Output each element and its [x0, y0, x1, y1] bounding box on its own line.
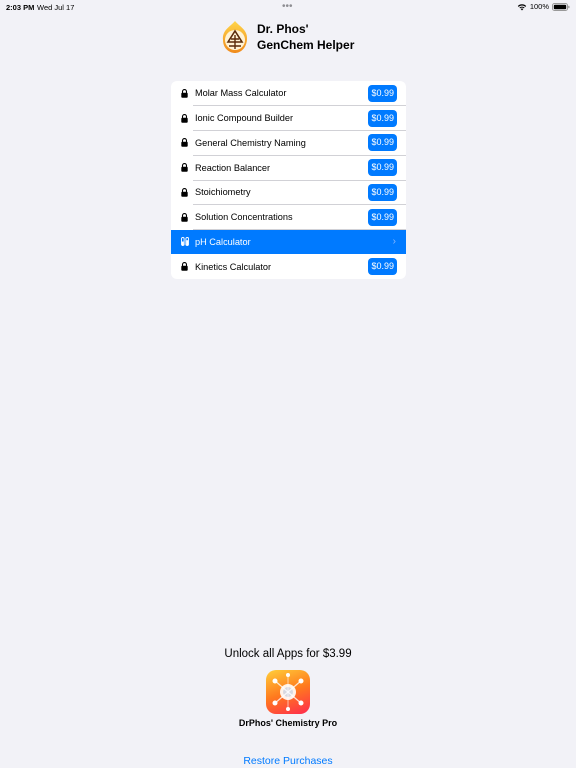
app-name: General Chemistry Naming: [195, 137, 306, 148]
status-right: 100%: [517, 2, 570, 11]
app-header: Dr. Phos' GenChem Helper: [218, 20, 354, 54]
price-button[interactable]: $0.99: [368, 183, 397, 201]
app-logo-icon: [222, 21, 248, 53]
app-name: Molar Mass Calculator: [195, 88, 287, 99]
app-row[interactable]: Stoichiometry $0.99: [171, 180, 406, 205]
chevron-right-icon: ›: [392, 236, 396, 248]
app-title-line1: Dr. Phos': [257, 22, 309, 36]
app-title-line2: GenChem Helper: [257, 38, 355, 52]
app-name: Kinetics Calculator: [195, 261, 272, 272]
app-row[interactable]: Kinetics Calculator $0.99: [171, 254, 406, 279]
price-button[interactable]: $0.99: [368, 109, 397, 127]
price-button[interactable]: $0.99: [368, 208, 397, 226]
app-row[interactable]: Solution Concentrations $0.99: [171, 205, 406, 230]
status-date: Wed Jul 17: [37, 3, 75, 12]
price-button[interactable]: $0.99: [368, 134, 397, 152]
test-tube-icon: [181, 237, 189, 247]
app-name: Reaction Balancer: [195, 162, 271, 173]
app-list: Molar Mass Calculator $0.99 Ionic Compound…: [171, 81, 406, 279]
lock-icon: [181, 113, 189, 123]
app-name: Solution Concentrations: [195, 212, 293, 223]
multitasking-dots-icon[interactable]: •••: [282, 1, 293, 12]
app-title: Dr. Phos' GenChem Helper: [257, 21, 354, 53]
lock-icon: [181, 212, 189, 222]
chemistry-pro-app-icon[interactable]: [266, 670, 310, 714]
price-button[interactable]: $0.99: [368, 84, 397, 102]
app-name: pH Calculator: [195, 236, 251, 247]
app-row[interactable]: Molar Mass Calculator $0.99: [171, 81, 406, 106]
app-row[interactable]: Reaction Balancer $0.99: [171, 155, 406, 180]
price-button[interactable]: $0.99: [368, 159, 397, 177]
app-name: Ionic Compound Builder: [195, 113, 294, 124]
lock-icon: [181, 163, 189, 173]
battery-icon: [552, 2, 570, 11]
lock-icon: [181, 187, 189, 197]
price-button[interactable]: $0.99: [368, 258, 397, 276]
lock-icon: [181, 88, 189, 98]
status-bar: 2:03 PM Wed Jul 17 ••• 100%: [0, 0, 576, 14]
lock-icon: [181, 138, 189, 148]
app-row[interactable]: General Chemistry Naming $0.99: [171, 131, 406, 156]
app-name: Stoichiometry: [195, 187, 251, 198]
battery-percent: 100%: [529, 2, 549, 11]
wifi-icon: [517, 3, 527, 10]
lock-icon: [181, 262, 189, 272]
atom-icon: [272, 673, 304, 711]
restore-purchases-button[interactable]: Restore Purchases: [0, 755, 576, 767]
app-row[interactable]: pH Calculator ›: [171, 229, 406, 255]
app-row[interactable]: Ionic Compound Builder $0.99: [171, 106, 406, 131]
chemistry-pro-name: DrPhos' Chemistry Pro: [238, 718, 338, 728]
unlock-all-text: Unlock all Apps for $3.99: [224, 648, 352, 660]
status-time: 2:03 PM: [6, 3, 35, 12]
